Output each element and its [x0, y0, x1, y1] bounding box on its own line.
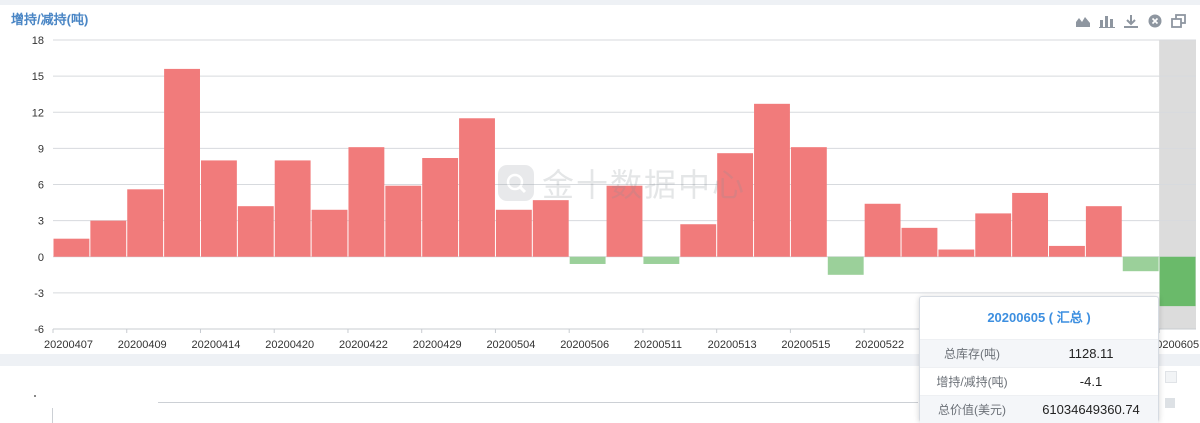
bar [680, 224, 717, 257]
bar [790, 147, 827, 257]
bar [975, 213, 1012, 257]
bar [532, 200, 569, 257]
tooltip-label: 总价值(美元) [938, 403, 1006, 417]
bar [237, 206, 274, 257]
bar [643, 256, 680, 264]
y-tick-label: 9 [38, 143, 44, 155]
bar [311, 209, 348, 257]
tooltip-row-value: 总价值(美元) 61034649360.74 [920, 395, 1158, 423]
y-tick-label: 15 [32, 71, 44, 83]
y-tick-label: -6 [34, 324, 44, 336]
tooltip-header: 20200605 ( 汇总 ) [987, 310, 1091, 325]
x-tick-label: 20200409 [118, 339, 167, 351]
tooltip-row-change: 增持/减持(吨) -4.1 [920, 367, 1158, 395]
bar [1159, 256, 1196, 307]
bar [274, 160, 311, 257]
tooltip-value: 61034649360.74 [1042, 402, 1140, 417]
bar [754, 103, 790, 257]
secondary-chart-marker [34, 395, 36, 397]
bar [495, 209, 532, 257]
bar [422, 158, 459, 257]
x-tick-label: 20200515 [781, 339, 830, 351]
y-tick-label: 12 [32, 107, 44, 119]
zoom-handle-bottom[interactable] [1165, 398, 1175, 408]
chart-title: 增持/减持(吨) [11, 12, 89, 27]
data-tooltip: 20200605 ( 汇总 ) 总库存(吨) 1128.11 增持/减持(吨) … [919, 296, 1159, 423]
watermark: 金十数据中心 [498, 160, 746, 206]
restore-icon[interactable] [1170, 13, 1188, 29]
download-icon[interactable] [1122, 13, 1140, 29]
watermark-text: 金十数据中心 [542, 167, 747, 203]
zoom-handle-top[interactable] [1165, 371, 1177, 383]
bar [200, 160, 237, 257]
tooltip-label: 总库存(吨) [944, 347, 1000, 361]
bar [827, 256, 864, 275]
bar [1085, 206, 1122, 257]
x-tick-label: 20200429 [413, 339, 462, 351]
y-tick-label: 18 [32, 35, 44, 47]
secondary-chart-tick [52, 408, 53, 423]
bar [901, 227, 938, 257]
bar [164, 68, 200, 257]
tooltip-label: 增持/减持(吨) [936, 375, 1008, 389]
area-chart-icon[interactable] [1074, 13, 1092, 29]
bar [1049, 245, 1085, 257]
tooltip-value: 1128.11 [1068, 346, 1114, 361]
bar [348, 147, 385, 257]
bar [127, 189, 164, 257]
x-tick-label: 20200513 [708, 339, 757, 351]
x-tick-label: 20200407 [44, 339, 93, 351]
tooltip-value: -4.1 [1079, 374, 1103, 389]
y-tick-label: -3 [34, 288, 44, 300]
bar [1122, 256, 1159, 272]
bar-chart-icon[interactable] [1098, 13, 1116, 29]
bar [90, 220, 127, 257]
y-tick-label: 3 [38, 216, 44, 228]
bar [1012, 192, 1049, 257]
bar [569, 256, 606, 264]
x-tick-label: 20200420 [265, 339, 314, 351]
x-tick-label: 20200504 [486, 339, 535, 351]
x-tick-label: 20200414 [191, 339, 240, 351]
close-icon[interactable] [1146, 13, 1164, 29]
chart-toolbar [1074, 13, 1188, 29]
x-tick-label: 20200511 [634, 339, 682, 351]
bar [459, 118, 495, 257]
secondary-chart-axis [158, 402, 918, 403]
tooltip-row-inventory: 总库存(吨) 1128.11 [920, 339, 1158, 367]
x-tick-label: 20200506 [560, 339, 609, 351]
y-tick-label: 6 [38, 180, 44, 192]
y-tick-label: 0 [38, 252, 44, 264]
bar [53, 238, 90, 257]
bar [385, 185, 422, 257]
bar [864, 203, 901, 257]
x-tick-label: 20200522 [855, 339, 904, 351]
x-tick-label: 20200422 [339, 339, 388, 351]
watermark-logo-icon [498, 165, 534, 201]
bar [938, 249, 975, 257]
